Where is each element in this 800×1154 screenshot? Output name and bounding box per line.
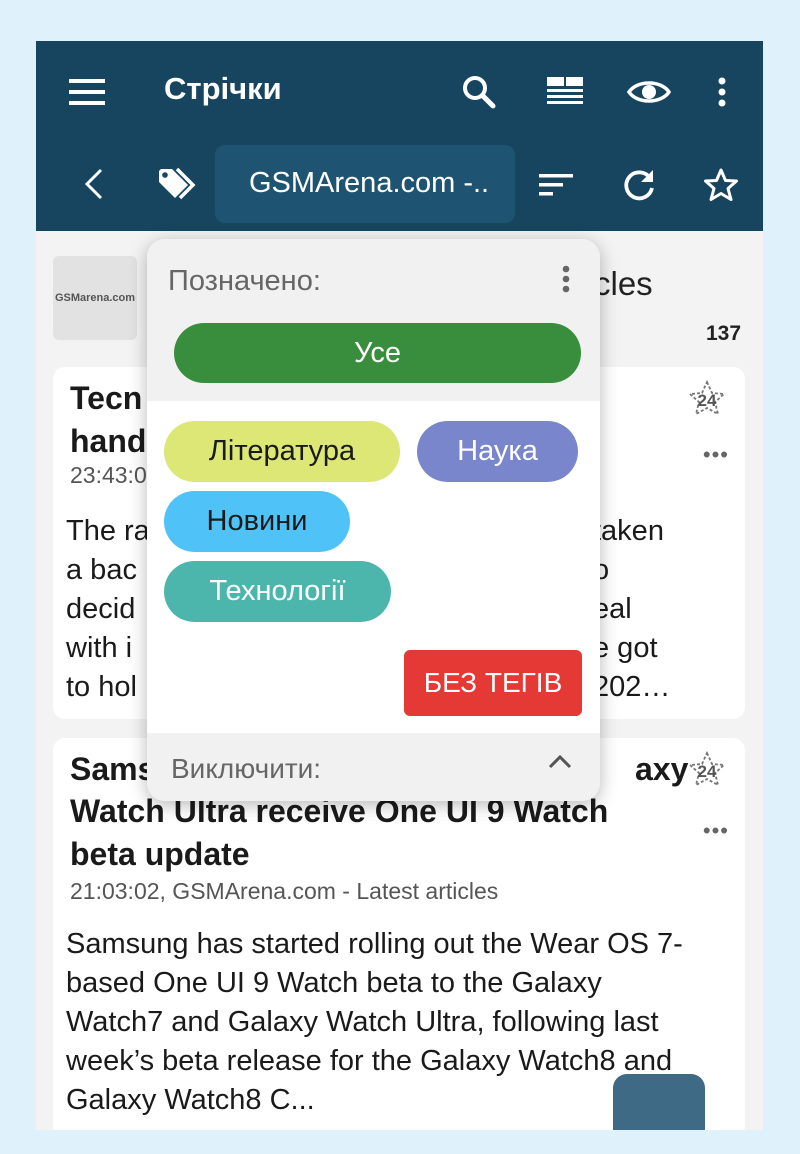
unread-count: 137 xyxy=(706,322,742,345)
star-badge-label: 24 xyxy=(698,391,717,410)
feed-selector-label: GSMArena.com -.. xyxy=(249,167,490,199)
overflow-menu-icon[interactable] xyxy=(706,71,738,113)
article-title: Watch Ultra receive One UI 9 Watch beta … xyxy=(70,793,609,872)
star-icon[interactable] xyxy=(700,164,742,206)
all-tags-button[interactable]: Усе xyxy=(174,323,581,383)
star-24-icon[interactable]: 24 xyxy=(687,379,727,419)
popup-more-icon[interactable] xyxy=(562,265,570,298)
tag-chip-technology[interactable]: Технології xyxy=(164,561,391,622)
eye-icon[interactable] xyxy=(626,71,672,113)
tag-filter-popup: Позначено: Усе Література Наука Новини Т… xyxy=(147,239,600,801)
article-title: Tecn hand xyxy=(70,380,147,459)
search-icon[interactable] xyxy=(458,71,500,113)
tag-chip-science[interactable]: Наука xyxy=(417,421,578,482)
excluded-label: Виключити: xyxy=(171,753,322,784)
chevron-up-icon[interactable] xyxy=(548,753,572,774)
menu-icon[interactable] xyxy=(66,71,108,113)
article-more-icon[interactable]: ••• xyxy=(703,442,729,468)
no-tags-button[interactable]: БЕЗ ТЕГІВ xyxy=(404,650,582,716)
article-meta: 21:03:02, GSMArena.com - Latest articles xyxy=(70,878,499,904)
view-mode-icon[interactable] xyxy=(544,71,586,113)
included-label: Позначено: xyxy=(168,265,321,297)
article-body: The ra a bac decid with i to hol xyxy=(66,515,150,703)
article-meta: 23:43:0 xyxy=(70,462,147,488)
feed-selector[interactable]: GSMArena.com -.. xyxy=(215,145,515,223)
article-body: Samsung has started rolling out the Wear… xyxy=(66,928,683,1116)
page-title: Стрічки xyxy=(164,71,282,106)
tags-icon[interactable] xyxy=(156,165,198,203)
article-title-head: Sams xyxy=(70,751,156,787)
star-badge-label: 24 xyxy=(698,762,717,781)
star-24-icon[interactable]: 24 xyxy=(687,750,727,790)
tag-chip-literature[interactable]: Література xyxy=(164,421,400,482)
sort-icon[interactable] xyxy=(536,167,576,203)
back-icon[interactable] xyxy=(76,166,112,202)
article-more-icon[interactable]: ••• xyxy=(703,818,729,844)
refresh-icon[interactable] xyxy=(619,165,659,205)
tag-chip-news[interactable]: Новини xyxy=(164,491,350,552)
feed-title: cles xyxy=(594,265,653,302)
mark-all-read-button[interactable] xyxy=(613,1074,705,1130)
article-body-right: taken o eal e got 202… xyxy=(593,515,671,703)
feed-logo: GSMarena.com xyxy=(53,256,137,340)
double-check-icon xyxy=(637,1124,681,1130)
included-section: Позначено: Усе xyxy=(147,239,600,401)
excluded-section[interactable]: Виключити: xyxy=(147,733,600,801)
article-title-tail: axy xyxy=(635,751,689,787)
app-toolbar: Стрічки GSMArena.com -.. xyxy=(36,41,763,231)
